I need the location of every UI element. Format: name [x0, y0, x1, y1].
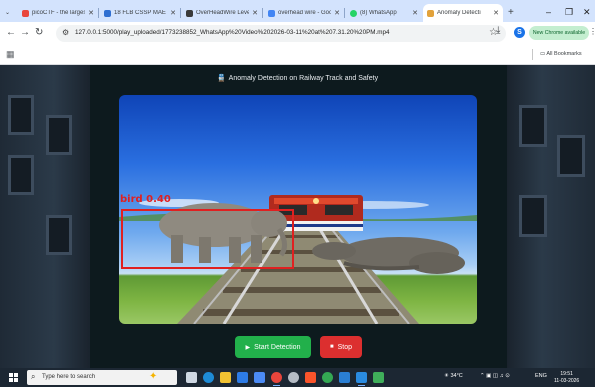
apps-grid-icon[interactable]: ▦ [6, 49, 15, 60]
tab-label: overhead wire - Google [278, 10, 332, 16]
new-chrome-available-button[interactable]: New Chrome available [529, 26, 589, 40]
all-bookmarks-label: All Bookmarks [546, 51, 582, 57]
close-tab-icon[interactable]: ✕ [493, 9, 499, 17]
start-menu-windows-icon[interactable] [9, 373, 18, 382]
background-train-right [507, 65, 595, 368]
train-window [557, 135, 585, 177]
tab-label: picoCTF - the largest [32, 10, 86, 16]
language-indicator[interactable]: ENG [535, 373, 547, 379]
picoctf-favicon-icon [22, 9, 29, 17]
close-tab-icon[interactable]: ✕ [170, 9, 176, 17]
train-window [8, 95, 34, 135]
train-icon: 🚆 [216, 75, 226, 82]
app-favicon-icon [427, 9, 434, 17]
train-window [46, 215, 72, 255]
start-detection-button[interactable]: ▶ Start Detection [235, 336, 311, 358]
tab-divider [180, 8, 181, 18]
close-tab-icon[interactable]: ✕ [412, 9, 418, 17]
tab-divider [262, 8, 263, 18]
search-placeholder: Type here to search [42, 374, 96, 380]
search-icon: ⌕ [31, 372, 36, 381]
tab-label: 18 FLB CSSP MAE - U [114, 10, 167, 16]
file-explorer-icon[interactable] [220, 372, 231, 383]
vscode-icon[interactable] [356, 372, 367, 386]
drive-favicon-icon [104, 9, 111, 17]
edge-icon[interactable] [203, 372, 214, 383]
all-bookmarks-button[interactable]: ▭ All Bookmarks [540, 51, 582, 57]
chrome-dev-icon[interactable] [322, 372, 333, 383]
tab-search-chevron-down-icon[interactable]: ⌄ [5, 9, 10, 16]
taskbar-clock[interactable]: 19:51 11-03-2026 [554, 371, 579, 384]
tab-divider [344, 8, 345, 18]
minimize-icon[interactable]: – [546, 7, 551, 17]
train-window [8, 155, 34, 195]
photos-icon[interactable] [339, 372, 350, 383]
tab-picoctf[interactable]: picoCTF - the largest ✕ [18, 4, 98, 22]
train-window [46, 115, 72, 155]
profile-avatar[interactable]: S [514, 27, 525, 38]
tab-cssp[interactable]: 18 FLB CSSP MAE - U ✕ [100, 4, 180, 22]
bookmarks-bar: ▦ ▭ All Bookmarks [0, 44, 595, 65]
new-tab-button[interactable]: + [508, 7, 514, 18]
close-tab-icon[interactable]: ✕ [334, 9, 340, 17]
page-title-text: Anomaly Detection on Railway Track and S… [228, 75, 379, 82]
taskbar-search-box[interactable]: ⌕ Type here to search ✦ [27, 370, 177, 385]
weather-widget[interactable]: ☀ 34°C [444, 373, 463, 379]
more-menu-icon[interactable]: ⋮ [589, 27, 595, 36]
whatsapp-favicon-icon [350, 9, 357, 17]
app-icon[interactable] [373, 372, 384, 383]
detection-bounding-box [121, 209, 294, 269]
tab-label: OverHeadWire Level I [196, 10, 250, 16]
store-icon[interactable] [237, 372, 248, 383]
stop-button[interactable]: ■ Stop [320, 336, 362, 358]
train-window [519, 195, 547, 237]
clock-date: 11-03-2026 [554, 377, 580, 384]
tab-anomaly-detection[interactable]: Anomaly Detecti ✕ [423, 4, 503, 22]
detection-label: bird 0.40 [120, 194, 171, 205]
settings-gear-icon[interactable] [288, 372, 299, 383]
forward-arrow-icon[interactable]: → [20, 27, 30, 38]
google-favicon-icon [268, 9, 275, 17]
windows-taskbar: ⌕ Type here to search ✦ ☀ 34°C ⌃ ▣ ◫ ♫ ⊙… [0, 368, 595, 387]
tab-whatsapp[interactable]: (8) WhatsApp ✕ [346, 4, 422, 22]
browser-toolbar: ← → ↻ ⚙ 127.0.0.1:5000/play_uploaded/177… [0, 22, 595, 44]
background-train-left [0, 65, 90, 368]
maximize-icon[interactable]: ❐ [565, 7, 573, 18]
address-bar[interactable]: ⚙ 127.0.0.1:5000/play_uploaded/177323885… [56, 25, 506, 42]
tab-strip: ⌄ picoCTF - the largest ✕ 18 FLB CSSP MA… [0, 0, 595, 22]
calendar-icon[interactable] [254, 372, 265, 383]
chrome-icon[interactable] [271, 372, 282, 386]
download-icon[interactable]: ⤓ [496, 25, 500, 36]
close-window-icon[interactable]: ✕ [583, 7, 591, 18]
tab-label: (8) WhatsApp [360, 10, 397, 16]
bookmarks-divider [532, 49, 533, 60]
site-info-icon[interactable]: ⚙ [62, 28, 69, 37]
url-text[interactable]: 127.0.0.1:5000/play_uploaded/1773238852_… [75, 29, 390, 36]
close-tab-icon[interactable]: ✕ [252, 9, 258, 17]
tab-divider [98, 8, 99, 18]
back-arrow-icon[interactable]: ← [6, 27, 16, 38]
weather-temp: 34°C [450, 373, 463, 379]
train-window [519, 105, 547, 147]
close-tab-icon[interactable]: ✕ [88, 9, 94, 17]
start-detection-label: Start Detection [254, 343, 301, 351]
search-highlight-icon: ✦ [149, 371, 158, 382]
brave-icon[interactable] [305, 372, 316, 383]
play-icon: ▶ [245, 344, 251, 351]
reload-icon[interactable]: ↻ [35, 27, 43, 38]
tab-label: Anomaly Detecti [437, 10, 481, 16]
page-content: 🚆 Anomaly Detection on Railway Track and … [0, 65, 595, 368]
overheadwire-favicon-icon [186, 9, 193, 17]
stop-label: Stop [337, 343, 353, 351]
tab-overheadwire[interactable]: OverHeadWire Level I ✕ [182, 4, 262, 22]
page-title: 🚆 Anomaly Detection on Railway Track and … [0, 74, 595, 82]
stop-icon: ■ [329, 344, 334, 350]
tab-google[interactable]: overhead wire - Google ✕ [264, 4, 344, 22]
task-view-icon[interactable] [186, 372, 197, 383]
system-tray-icons[interactable]: ⌃ ▣ ◫ ♫ ⊙ [480, 373, 510, 379]
